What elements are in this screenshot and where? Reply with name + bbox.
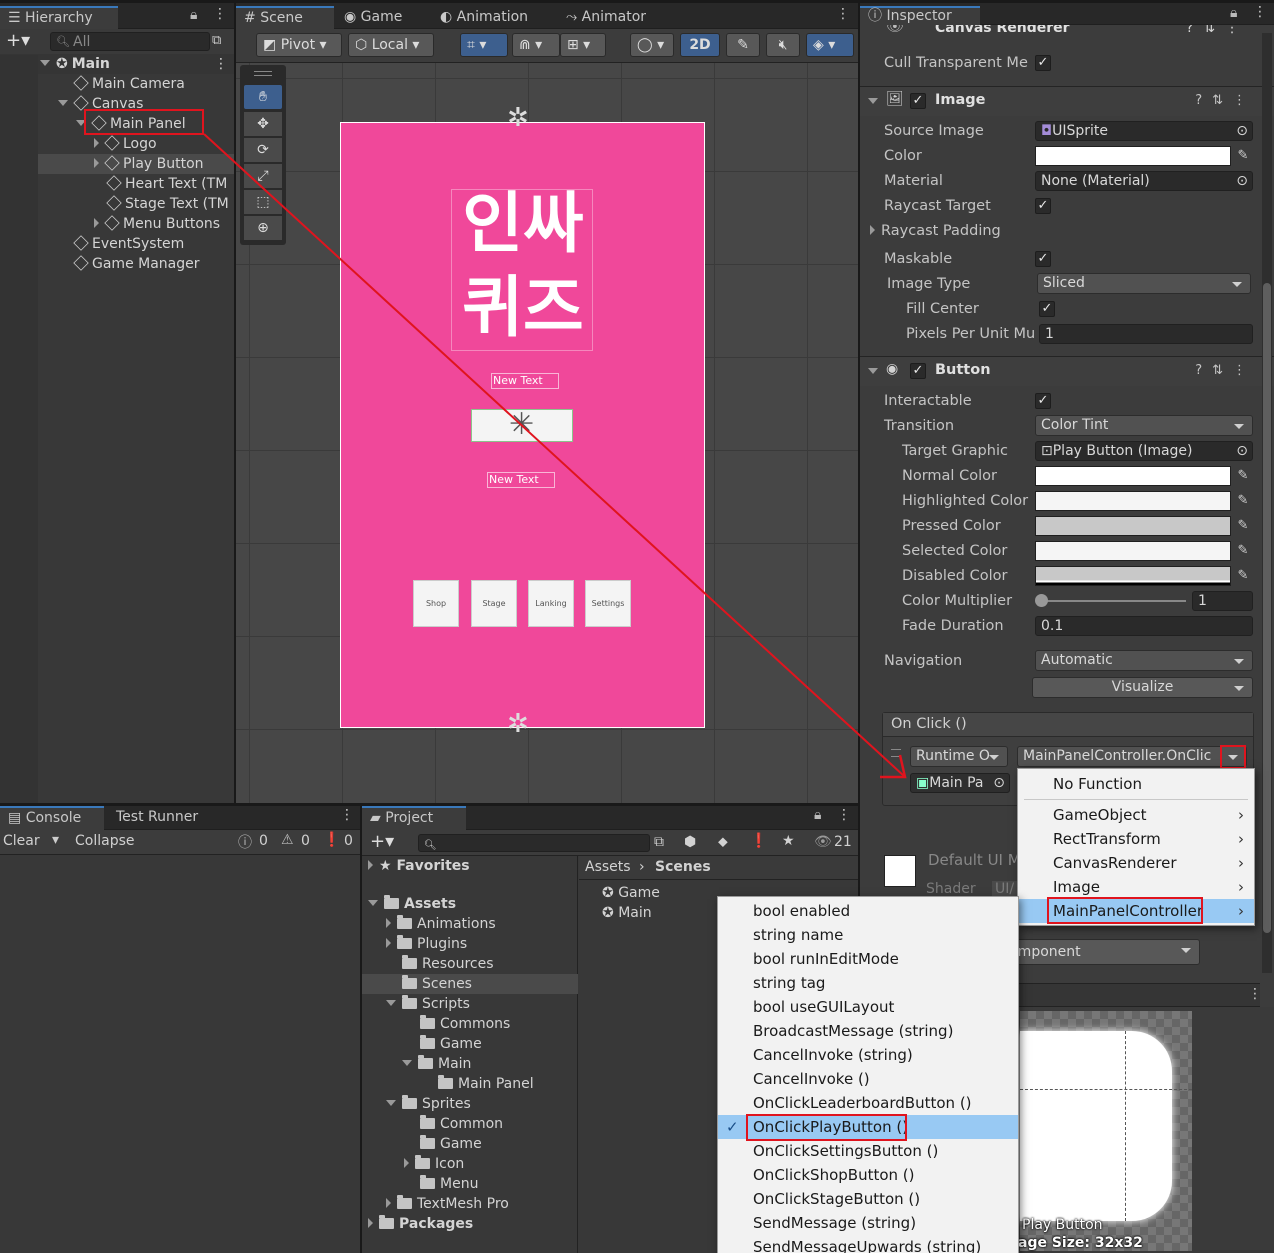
annotation-arrow-line <box>203 133 905 777</box>
annotation-arrow <box>203 133 907 779</box>
